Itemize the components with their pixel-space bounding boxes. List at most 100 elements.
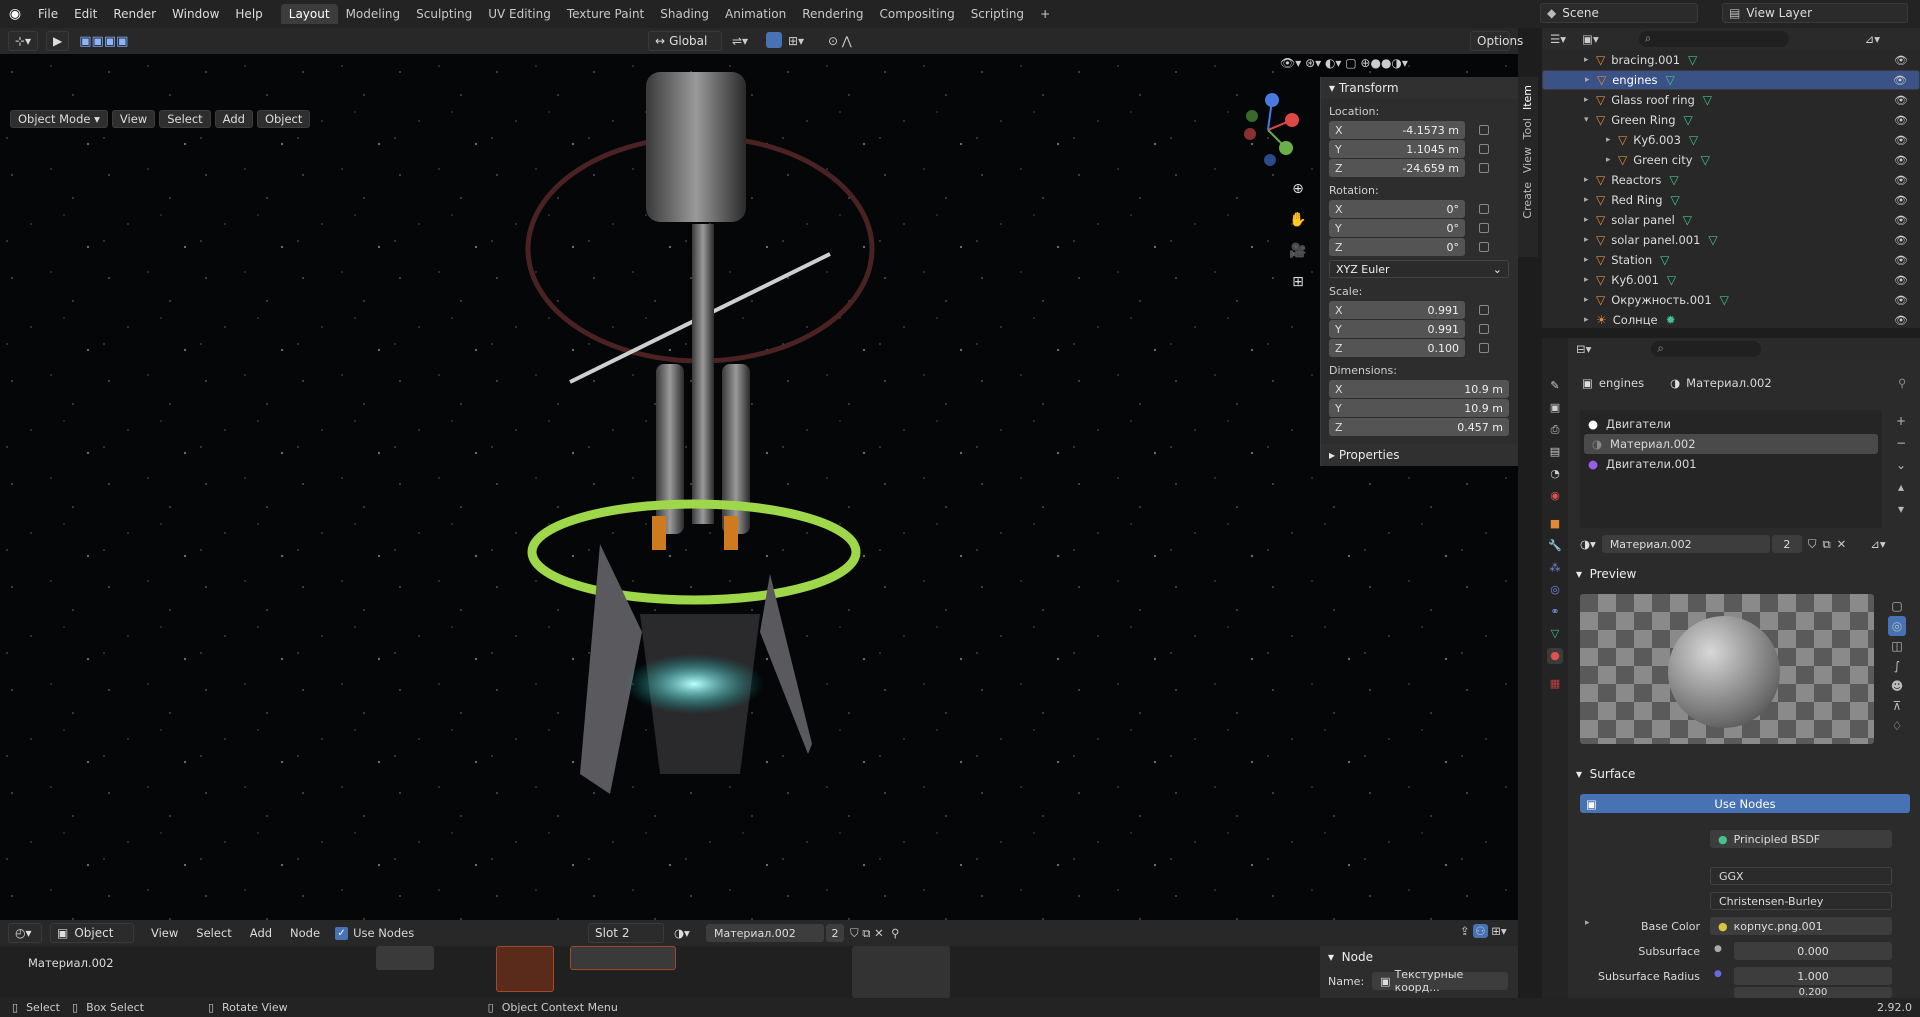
hair-preview-icon[interactable]: ∫ <box>1888 656 1906 676</box>
preview-header[interactable]: ▾ Preview <box>1576 567 1636 581</box>
eye-icon[interactable]: 👁 <box>1894 94 1908 107</box>
outliner-row[interactable]: ▸ ▽ engines ▽ 👁 <box>1542 70 1920 90</box>
properties-editor-icon[interactable]: ⊟▾ <box>1576 342 1591 356</box>
rotation-x-field[interactable]: X 0° <box>1329 200 1465 218</box>
node-menu-view[interactable]: View <box>144 925 185 941</box>
node-box[interactable] <box>376 946 434 970</box>
mesh-data-icon[interactable]: ▽ <box>1671 193 1680 207</box>
scale-y-field[interactable]: Y 0.991 <box>1329 320 1465 338</box>
view-layer-selector[interactable]: ▤ View Layer <box>1722 3 1908 23</box>
material-tab-icon[interactable]: ● <box>1547 648 1563 664</box>
lock-icon[interactable] <box>1479 242 1489 252</box>
lock-icon[interactable] <box>1479 305 1489 315</box>
node-panel-header[interactable]: ▾ Node <box>1320 946 1518 968</box>
tab-animation[interactable]: Animation <box>717 4 794 24</box>
eye-icon[interactable]: 👁 <box>1893 74 1907 87</box>
navigation-gizmo[interactable] <box>1232 90 1304 170</box>
node-material-field[interactable]: Материал.002 <box>706 924 824 942</box>
dimension-x-field[interactable]: X 10.9 m <box>1329 380 1509 398</box>
data-tab-icon[interactable]: ▽ <box>1547 626 1563 642</box>
node-object-select[interactable]: ▣ Object <box>50 923 134 943</box>
lock-icon[interactable] <box>1479 163 1489 173</box>
render-tab-icon[interactable]: ▣ <box>1547 400 1563 416</box>
rotation-y-field[interactable]: Y 0° <box>1329 219 1465 237</box>
scene-tab-icon[interactable]: ◔ <box>1547 466 1563 482</box>
node-box[interactable] <box>852 946 950 998</box>
mesh-data-icon[interactable]: ▽ <box>1665 73 1674 87</box>
mesh-data-icon[interactable]: ▽ <box>1669 173 1678 187</box>
surface-shader-field[interactable]: ● Principled BSDF <box>1710 830 1892 848</box>
tab-modeling[interactable]: Modeling <box>338 4 409 24</box>
tab-shading[interactable]: Shading <box>652 4 717 24</box>
browse-material-icon[interactable]: ◑▾ <box>1580 537 1596 551</box>
tab-scripting[interactable]: Scripting <box>963 4 1032 24</box>
options-dropdown[interactable]: Options <box>1470 31 1523 51</box>
menu-add[interactable]: Add <box>214 110 253 128</box>
dimension-y-field[interactable]: Y 10.9 m <box>1329 399 1509 417</box>
texture-tab-icon[interactable]: ▦ <box>1547 676 1563 692</box>
slot-specials-button[interactable]: ⌄ <box>1892 454 1910 476</box>
mesh-data-icon[interactable]: ▽ <box>1683 213 1692 227</box>
unlink-icon[interactable]: ✕ <box>1837 537 1847 551</box>
lock-icon[interactable] <box>1479 343 1489 353</box>
grid-icon[interactable]: ⊞ <box>1284 267 1312 298</box>
expand-triangle-icon[interactable]: ▸ <box>1584 55 1596 65</box>
pivot-icon[interactable]: ⇌▾ <box>732 34 748 48</box>
subsurface-field[interactable]: 0.000 <box>1734 942 1892 960</box>
rotation-z-field[interactable]: Z 0° <box>1329 238 1465 256</box>
outliner-row[interactable]: ▸ ▽ Куб.003 ▽ 👁 <box>1542 130 1920 150</box>
tab-create[interactable]: Create <box>1521 182 1534 219</box>
menu-render[interactable]: Render <box>105 7 164 21</box>
node-editor-type-button[interactable]: ◴▾ <box>8 923 42 943</box>
node-box[interactable] <box>570 946 676 970</box>
filter-icon[interactable]: ⊿▾ <box>1865 32 1880 46</box>
mesh-data-icon[interactable]: ▽ <box>1667 273 1676 287</box>
material-slot-2[interactable]: ● Двигатели.001 <box>1580 454 1882 474</box>
expand-triangle-icon[interactable]: ▸ <box>1584 295 1596 305</box>
material-slot-1[interactable]: ◑ Материал.002 <box>1584 434 1878 454</box>
outliner-row[interactable]: ▾ ▽ Green Ring ▽ 👁 <box>1542 110 1920 130</box>
node-menu-select[interactable]: Select <box>189 925 238 941</box>
material-users-count[interactable]: 2 <box>1771 535 1802 553</box>
tab-uv-editing[interactable]: UV Editing <box>480 4 559 24</box>
expand-triangle-icon[interactable]: ▸ <box>1584 255 1596 265</box>
light-data-icon[interactable]: ✹ <box>1666 313 1676 327</box>
world-tab-icon[interactable]: ◉ <box>1547 488 1563 504</box>
dimension-z-field[interactable]: Z 0.457 m <box>1329 418 1509 436</box>
expand-triangle-icon[interactable]: ▸ <box>1584 215 1596 225</box>
expand-triangle-icon[interactable]: ▸ <box>1606 135 1618 145</box>
3d-viewport[interactable]: Object Mode ▾ View Select Add Object 👁▾ … <box>0 54 1518 920</box>
monkey-preview-icon[interactable]: ☻ <box>1888 676 1906 696</box>
base-color-field[interactable]: ● корпус.png.001 <box>1710 917 1892 935</box>
menu-view[interactable]: View <box>111 110 156 128</box>
eye-icon[interactable]: 👁 <box>1894 254 1908 267</box>
select-tool-icon[interactable]: ▶ <box>46 31 70 51</box>
eye-icon[interactable]: 👁 <box>1894 154 1908 167</box>
mesh-data-icon[interactable]: ▽ <box>1689 133 1698 147</box>
object-tab-icon[interactable]: ■ <box>1547 516 1563 532</box>
expand-triangle-icon[interactable]: ▸ <box>1585 75 1597 85</box>
snap-icon[interactable] <box>766 32 782 48</box>
display-mode-icon[interactable]: ▣▾ <box>1582 32 1599 46</box>
menu-help[interactable]: Help <box>227 7 270 21</box>
collapse-triangle-icon[interactable]: ▾ <box>1584 115 1596 125</box>
node-material-actions-icons[interactable]: ⛉ ⧉ ✕ ⚲ <box>850 926 900 941</box>
mode-select[interactable]: Object Mode ▾ <box>10 110 108 128</box>
node-editor-right-icons[interactable]: ⇪ ⚇ ⊞▾ <box>1460 924 1507 938</box>
outliner-row[interactable]: ▸ ▽ Reactors ▽ 👁 <box>1542 170 1920 190</box>
expand-triangle-icon[interactable]: ▸ <box>1606 155 1618 165</box>
orientation-select[interactable]: ↔ Global <box>648 31 722 51</box>
menu-select[interactable]: Select <box>159 110 211 128</box>
eye-icon[interactable]: 👁 <box>1894 314 1908 327</box>
add-workspace-button[interactable]: + <box>1032 4 1058 24</box>
add-slot-button[interactable]: + <box>1892 410 1910 432</box>
tab-view[interactable]: View <box>1521 147 1534 173</box>
remove-slot-button[interactable]: − <box>1892 432 1910 454</box>
mesh-data-icon[interactable]: ▽ <box>1703 93 1712 107</box>
snap-target-icon[interactable]: ⊞▾ <box>788 34 804 48</box>
node-material-browse-icon[interactable]: ◑▾ <box>674 926 690 940</box>
subsurface-radius-field-2[interactable]: 0.200 <box>1734 987 1892 998</box>
proportional-icon[interactable]: ⊙ ⋀ <box>828 34 852 48</box>
outliner-row[interactable]: ▸ ▽ Red Ring ▽ 👁 <box>1542 190 1920 210</box>
tool-tab-icon[interactable]: ✎ <box>1547 378 1563 394</box>
